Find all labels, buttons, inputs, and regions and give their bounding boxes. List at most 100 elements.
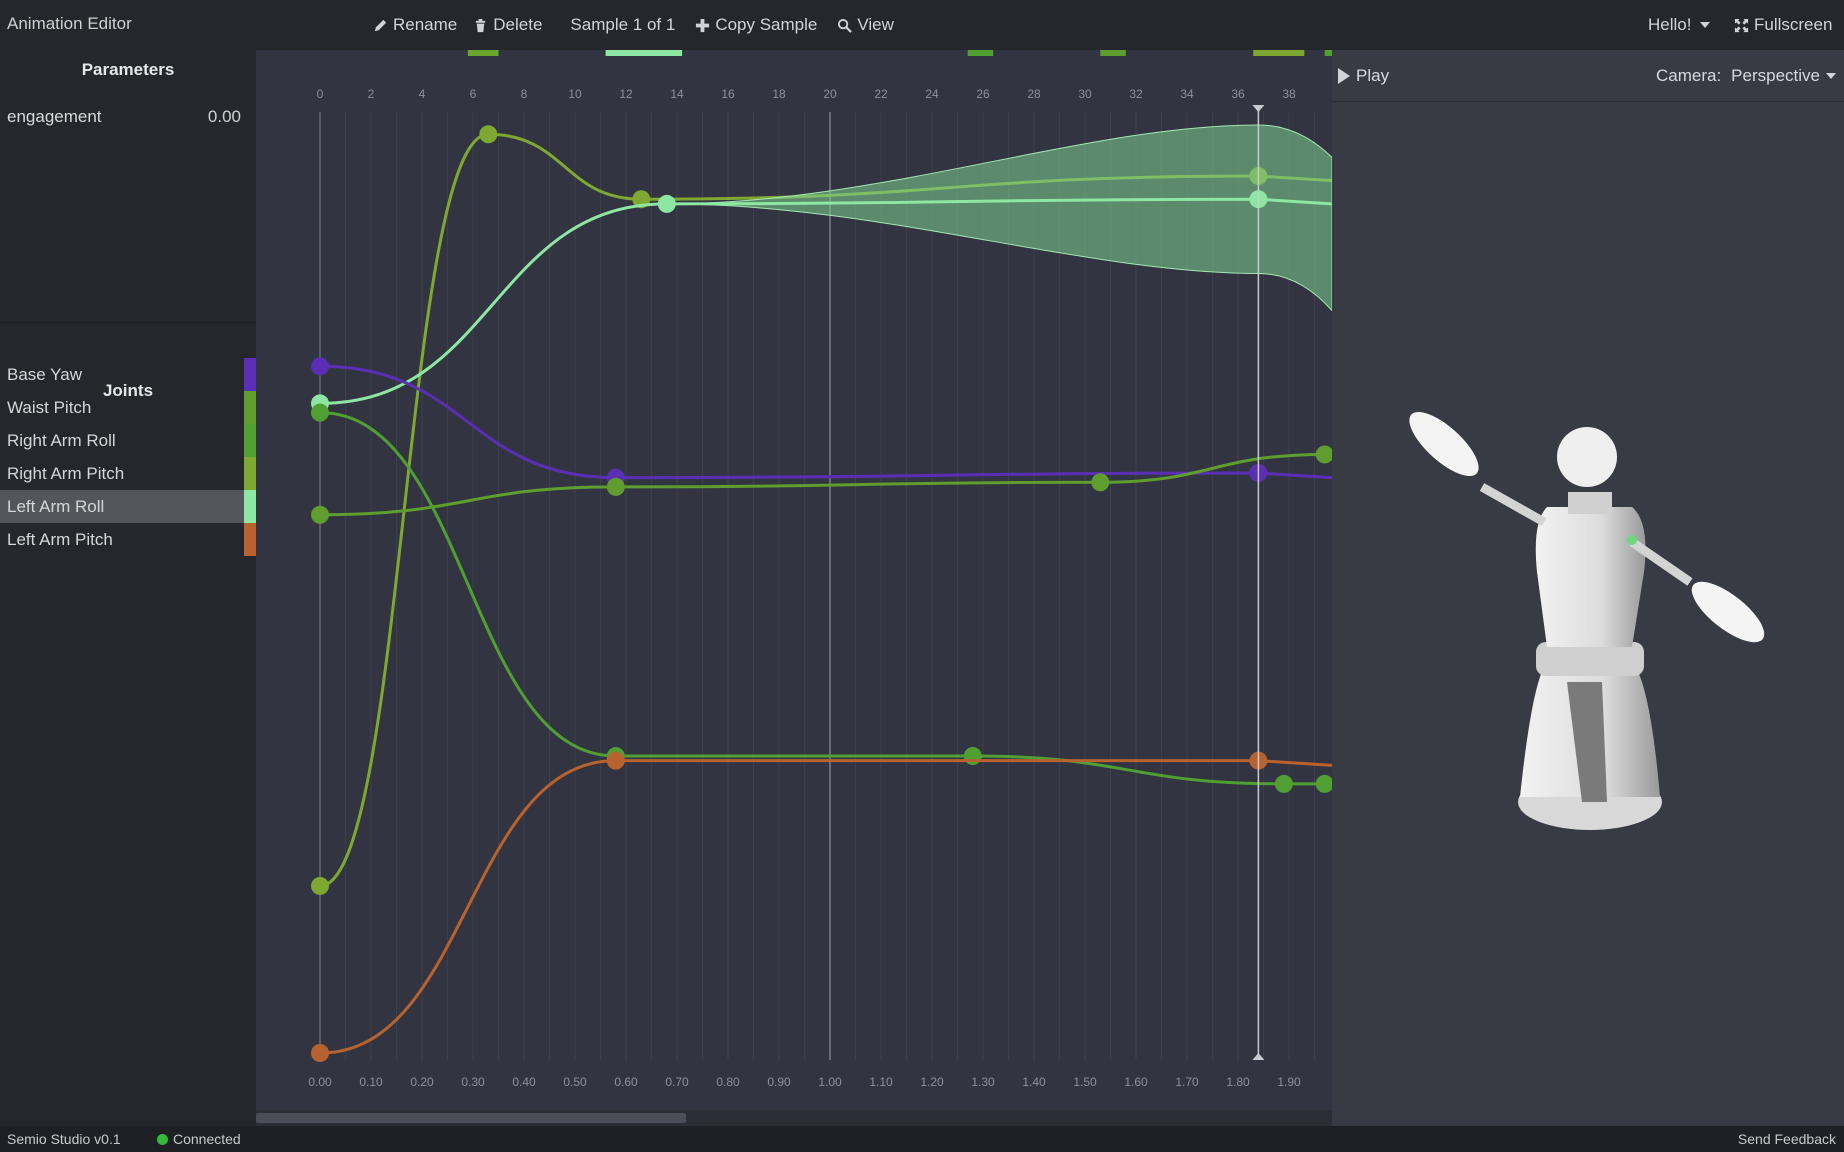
plus-icon — [696, 18, 710, 32]
parameter-row[interactable]: engagement 0.00 — [0, 102, 256, 132]
time-tick-label: 0.10 — [359, 1075, 383, 1089]
send-feedback-link[interactable]: Send Feedback — [1738, 1131, 1836, 1147]
camera-value[interactable]: Perspective — [1731, 66, 1820, 86]
delete-button[interactable]: Delete — [465, 0, 550, 50]
user-menu[interactable]: Hello! — [1640, 0, 1718, 50]
user-menu-button[interactable]: Hello! — [1640, 0, 1718, 50]
parameter-value[interactable]: 0.00 — [208, 107, 241, 127]
frame-tick-label: 38 — [1282, 87, 1296, 101]
joint-color-swatch — [244, 424, 256, 457]
robot-left-hand — [1691, 581, 1765, 643]
joint-color-swatch — [244, 523, 256, 556]
time-tick-label: 0.80 — [716, 1075, 740, 1089]
joint-label: Right Arm Pitch — [7, 463, 125, 483]
parameters-title: Parameters — [81, 60, 175, 79]
keyframe-point[interactable] — [311, 357, 329, 376]
time-tick-label: 1.70 — [1175, 1075, 1199, 1089]
timeline-editor[interactable]: 0 2 4 6 8 10 12 14 16 18 20 22 24 26 28 30 32 34 36 38 0.00 0… — [256, 50, 1332, 1126]
robot-head — [1557, 427, 1617, 487]
keyframe-point[interactable] — [1315, 445, 1332, 464]
joint-color-swatch — [244, 490, 256, 523]
keyframe-point[interactable] — [311, 876, 329, 895]
playhead-top-handle[interactable] — [1252, 105, 1265, 112]
keyframe-range-marker[interactable] — [967, 50, 994, 56]
parameter-name: engagement — [7, 107, 102, 126]
joint-item-left-arm-roll[interactable]: Left Arm Roll — [0, 490, 256, 523]
app-title: Animation Editor — [7, 14, 132, 33]
curve-waist-pitch[interactable] — [319, 452, 1332, 517]
keyframe-point[interactable] — [606, 477, 625, 496]
keyframe-point[interactable] — [311, 403, 329, 422]
joint-item-right-arm-pitch[interactable]: Right Arm Pitch — [0, 457, 256, 490]
robot-model[interactable] — [1332, 102, 1844, 1126]
search-icon — [838, 18, 853, 33]
play-button[interactable]: Play — [1332, 66, 1389, 86]
copy-sample-button[interactable]: Copy Sample — [687, 0, 825, 50]
trash-icon — [476, 18, 486, 32]
frame-tick-label: 22 — [874, 87, 888, 101]
robot-right-hand — [1409, 411, 1479, 477]
view-button[interactable]: View — [829, 0, 902, 50]
keyframe-point[interactable] — [606, 751, 625, 770]
status-bar: Semio Studio v0.1 Connected Send Feedbac… — [0, 1126, 1844, 1152]
curve-base-yaw[interactable] — [319, 364, 1332, 480]
frame-tick-label: 24 — [925, 87, 939, 101]
frame-tick-label: 16 — [721, 87, 735, 101]
frame-tick-label: 26 — [976, 87, 990, 101]
frame-tick-label: 6 — [470, 87, 477, 101]
fullscreen-area: Fullscreen — [1726, 0, 1840, 50]
playhead-bottom-handle[interactable] — [1252, 1053, 1265, 1060]
keyframe-point[interactable] — [963, 747, 982, 766]
caret-down-icon — [1826, 72, 1836, 79]
keyframe-range-marker[interactable] — [605, 50, 683, 56]
camera-selector[interactable]: Camera: Perspective — [1656, 66, 1844, 86]
joint-label: Left Arm Pitch — [7, 529, 113, 549]
frame-tick-label: 8 — [521, 87, 528, 101]
joint-item-right-arm-roll[interactable]: Right Arm Roll — [0, 424, 256, 457]
keyframe-point[interactable] — [311, 1044, 329, 1062]
robot-waist — [1536, 642, 1644, 676]
frame-tick-label: 20 — [823, 87, 837, 101]
time-tick-label: 1.10 — [869, 1075, 893, 1089]
rename-button[interactable]: Rename — [365, 0, 465, 50]
robot-right-arm — [1479, 483, 1547, 526]
frame-tick-label: 10 — [568, 87, 582, 101]
curve-canvas[interactable]: 0 2 4 6 8 10 12 14 16 18 20 22 24 26 28 30 32 34 36 380.00 0… — [256, 50, 1332, 1126]
sample-selector[interactable]: Sample 1 of 1 — [562, 0, 683, 50]
time-tick-label: 0.30 — [461, 1075, 485, 1089]
keyframe-point[interactable] — [1091, 473, 1110, 492]
frame-tick-label: 28 — [1027, 87, 1041, 101]
time-tick-label: 0.00 — [308, 1075, 332, 1089]
caret-down-icon — [1700, 22, 1711, 28]
scrollbar-thumb[interactable] — [256, 1113, 686, 1123]
keyframe-range-marker[interactable] — [1253, 50, 1305, 56]
joint-item-waist-pitch[interactable]: Waist Pitch — [0, 391, 256, 424]
robot-joint-marker — [1627, 535, 1637, 545]
time-tick-label: 0.60 — [614, 1075, 638, 1089]
keyframe-range-marker[interactable] — [1100, 50, 1126, 56]
joint-color-swatch — [244, 457, 256, 490]
keyframe-range-marker[interactable] — [467, 50, 499, 56]
curve-right-arm-roll[interactable] — [319, 411, 1332, 790]
time-tick-label: 0.90 — [767, 1075, 791, 1089]
frame-tick-label: 32 — [1129, 87, 1143, 101]
sample-toolbar: Rename Delete Sample 1 of 1 Copy Sample … — [365, 0, 902, 50]
keyframe-point[interactable] — [311, 505, 329, 524]
top-bar: Animation Editor Rename Delete Sample 1 … — [0, 0, 1844, 50]
time-tick-label: 1.50 — [1073, 1075, 1097, 1089]
keyframe-point[interactable] — [657, 194, 676, 213]
timeline-scrollbar[interactable] — [256, 1110, 1332, 1126]
keyframe-point[interactable] — [1274, 774, 1293, 793]
fullscreen-button[interactable]: Fullscreen — [1726, 0, 1840, 50]
frame-tick-label: 36 — [1231, 87, 1245, 101]
keyframe-range-marker[interactable] — [1324, 50, 1332, 56]
keyframe-point[interactable] — [479, 125, 498, 144]
joint-item-base-yaw[interactable]: Base Yaw — [0, 358, 256, 391]
expand-icon — [1734, 18, 1749, 32]
frame-tick-label: 2 — [368, 87, 375, 101]
joint-item-left-arm-pitch[interactable]: Left Arm Pitch — [0, 523, 256, 556]
keyframe-point[interactable] — [1315, 774, 1332, 793]
curve-left-arm-pitch[interactable] — [319, 759, 1332, 1055]
3d-viewport[interactable]: Play Camera: Perspective — [1332, 50, 1844, 1126]
time-tick-label: 1.80 — [1226, 1075, 1250, 1089]
